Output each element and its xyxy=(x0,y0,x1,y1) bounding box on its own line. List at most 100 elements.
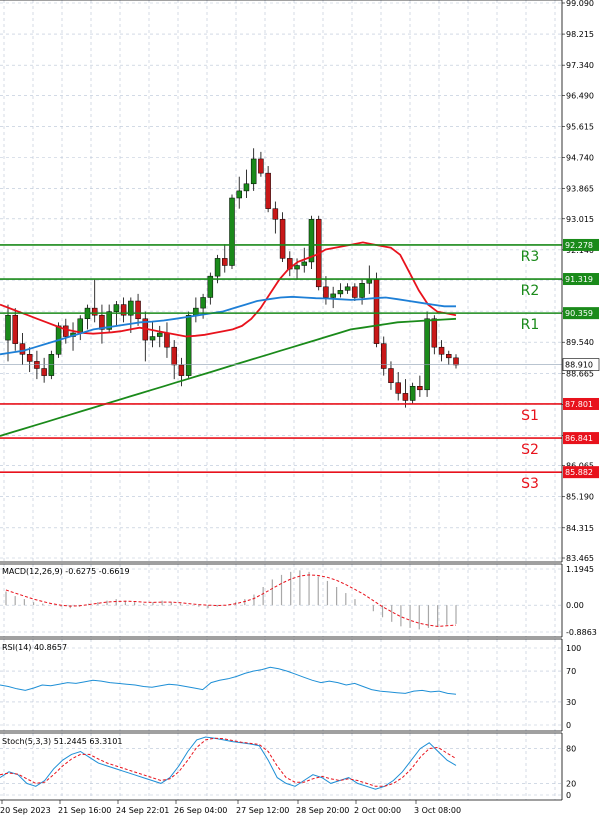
rsi-tick-label: 100 xyxy=(566,644,581,653)
moving-average-line xyxy=(0,295,456,356)
time-axis-label: 27 Sep 12:00 xyxy=(236,806,289,815)
time-axis-label: 20 Sep 2023 xyxy=(0,806,51,815)
price-tick-label: 98.215 xyxy=(566,30,594,39)
candle-body xyxy=(193,307,199,316)
candle-body xyxy=(388,368,394,383)
price-tick-label: 84.315 xyxy=(566,524,594,533)
candle-body xyxy=(431,318,438,348)
candle-body xyxy=(48,354,55,376)
candle-body xyxy=(330,293,336,298)
level-price-tag-text: 85.882 xyxy=(565,468,593,477)
candle-body xyxy=(453,357,459,366)
candle-body xyxy=(113,304,120,312)
stoch-tick-label: 0 xyxy=(566,791,571,800)
level-label-s3: S3 xyxy=(521,476,539,492)
current-price-tag-text: 88.910 xyxy=(565,361,593,370)
candle-body xyxy=(149,336,156,341)
candle-body xyxy=(446,354,452,359)
price-tick-label: 95.615 xyxy=(566,122,594,131)
rsi-title: RSI(14) 40.8657 xyxy=(2,643,67,652)
macd-signal-line xyxy=(5,574,457,627)
price-tick-label: 93.865 xyxy=(566,185,594,194)
price-tick-label: 89.540 xyxy=(566,338,594,347)
time-axis-label: 21 Sep 16:00 xyxy=(58,806,111,815)
candle-body xyxy=(373,279,380,344)
price-tick-label: 83.465 xyxy=(566,554,594,563)
level-price-tag-text: 86.841 xyxy=(565,434,593,443)
candle-body xyxy=(359,283,365,298)
candle-body xyxy=(34,361,40,369)
time-axis-label: 26 Sep 04:00 xyxy=(174,806,227,815)
macd-title: MACD(12,26,9) -0.6275 -0.6619 xyxy=(2,567,130,576)
candle-body xyxy=(185,314,192,376)
candle-body xyxy=(417,386,423,391)
level-label-r2: R2 xyxy=(521,283,540,299)
candle-body xyxy=(250,158,257,185)
candle-body xyxy=(272,208,279,220)
candle-body xyxy=(214,258,221,277)
candle-body xyxy=(178,364,185,376)
moving-average-line xyxy=(0,241,457,338)
level-price-tag-text: 90.359 xyxy=(565,309,593,318)
candle-body xyxy=(265,172,271,209)
rsi-tick-label: 0 xyxy=(566,721,571,730)
chart-canvas: 99.090 98.215 97.340 96.490 95.615 94.740 93.8… xyxy=(0,0,600,815)
candle-body xyxy=(243,183,250,192)
time-axis-label: 3 Oct 08:00 xyxy=(414,806,461,815)
candle-body xyxy=(344,286,351,291)
time-axis-label: 24 Sep 22:01 xyxy=(116,806,169,815)
candle-body xyxy=(409,386,416,401)
candle-body xyxy=(395,382,401,394)
candle-body xyxy=(229,197,235,266)
candle-body xyxy=(258,158,264,174)
stoch-tick-label: 20 xyxy=(566,779,576,788)
candle-body xyxy=(438,346,445,355)
level-label-s2: S2 xyxy=(521,442,539,458)
price-tick-label: 93.015 xyxy=(566,215,594,224)
candle-body xyxy=(171,346,177,366)
candle-body xyxy=(402,393,409,401)
candle-body xyxy=(301,261,308,266)
price-tick-label: 99.090 xyxy=(566,0,594,8)
macd-tick-label: 1.1945 xyxy=(566,565,594,574)
rsi-tick-label: 70 xyxy=(566,667,576,676)
candle-body xyxy=(200,297,206,309)
candle-body xyxy=(294,265,300,270)
level-label-r1: R1 xyxy=(521,317,540,333)
candle-body xyxy=(135,300,141,320)
candle-body xyxy=(222,258,228,266)
candle-body xyxy=(12,314,18,344)
level-price-tag-text: 92.278 xyxy=(565,241,593,250)
macd-tick-label: 0.00 xyxy=(566,601,584,610)
macd-tick-label: -0.8863 xyxy=(566,628,597,637)
candle-body xyxy=(156,332,163,337)
candle-body xyxy=(366,279,373,284)
candle-body xyxy=(337,290,344,295)
candle-body xyxy=(19,343,26,355)
candle-body xyxy=(63,325,69,337)
price-tick-label: 94.740 xyxy=(566,154,594,163)
candle-body xyxy=(5,314,11,341)
time-axis-label: 28 Sep 20:00 xyxy=(296,806,349,815)
trading-chart: 99.090 98.215 97.340 96.490 95.615 94.740 93.8… xyxy=(0,0,600,824)
rsi-tick-label: 30 xyxy=(566,698,576,707)
candle-body xyxy=(77,318,84,334)
candle-body xyxy=(352,286,358,298)
level-label-r3: R3 xyxy=(521,249,540,265)
candle-body xyxy=(164,332,170,348)
stoch-tick-label: 80 xyxy=(566,745,576,754)
candle-body xyxy=(91,307,98,316)
price-tick-label: 97.340 xyxy=(566,61,594,70)
level-label-s1: S1 xyxy=(521,408,539,424)
candle-body xyxy=(323,286,329,298)
time-axis-label: 2 Oct 00:00 xyxy=(354,806,401,815)
candle-body xyxy=(26,354,33,362)
candle-body xyxy=(236,190,242,199)
candle-body xyxy=(279,219,286,259)
candle-body xyxy=(41,368,47,376)
stoch-title: Stoch(5,3,3) 51.2445 63.3101 xyxy=(2,737,122,746)
level-price-tag-text: 87.801 xyxy=(565,400,593,409)
candle-body xyxy=(424,318,430,391)
level-price-tag-text: 91.319 xyxy=(565,275,593,284)
price-tick-label: 85.190 xyxy=(566,493,594,502)
